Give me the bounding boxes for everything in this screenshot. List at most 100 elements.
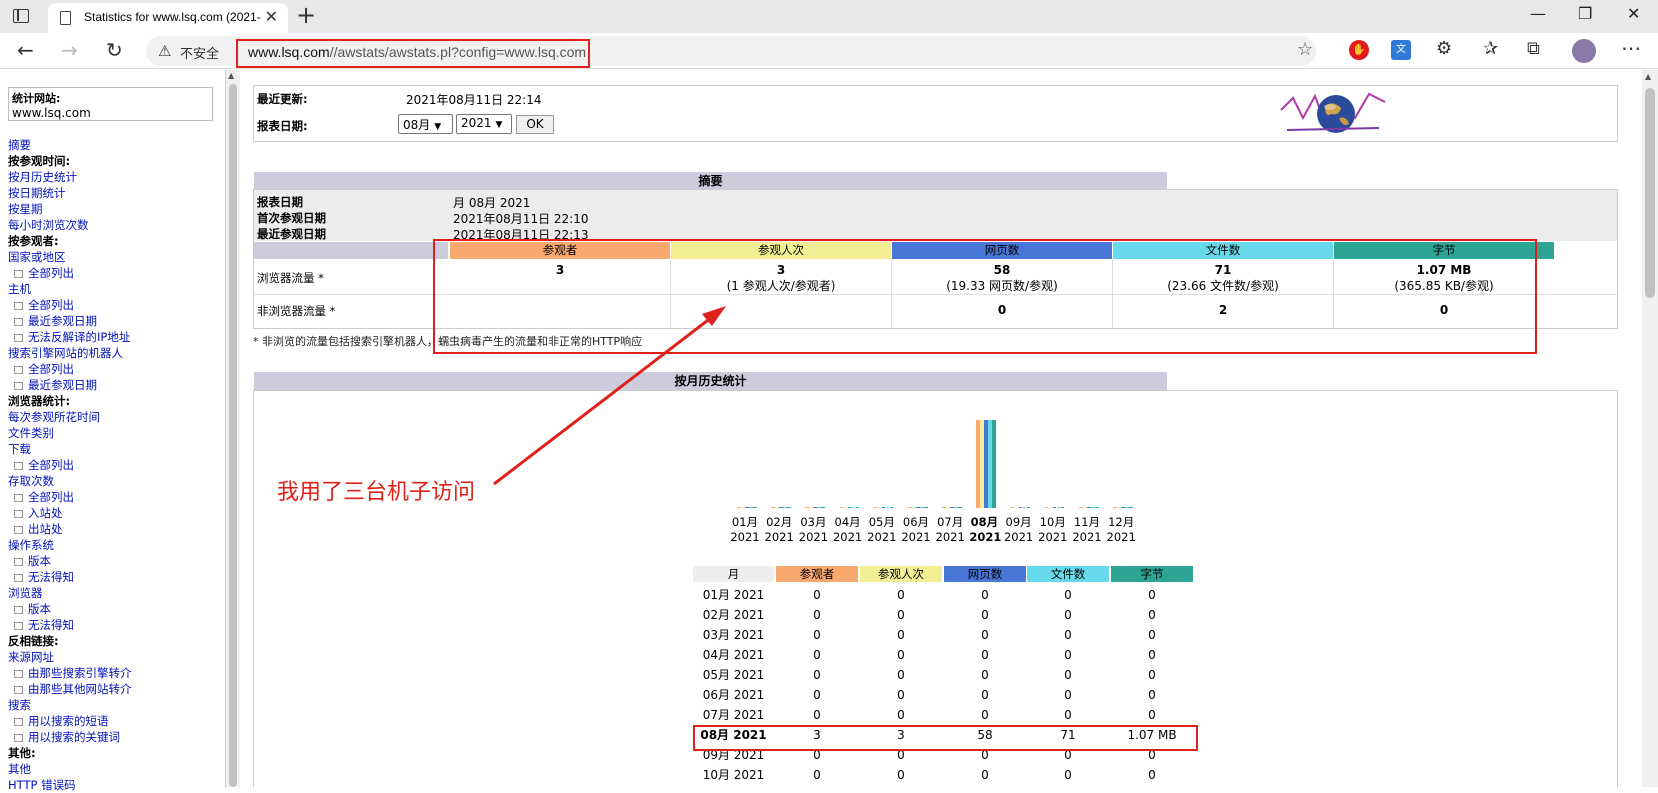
sidebar-item[interactable]: 存取次数: [8, 473, 223, 489]
list-item-icon: [14, 717, 23, 726]
sidebar-section-heading: 浏览器统计:: [8, 393, 223, 409]
translate-extension-icon[interactable]: 文: [1391, 40, 1411, 60]
tab-actions-icon[interactable]: [13, 9, 29, 23]
last-update-label: 最近更新:: [257, 92, 308, 106]
extensions-icon[interactable]: ⚙: [1436, 38, 1452, 59]
sidebar-item[interactable]: HTTP 错误码: [8, 777, 223, 793]
year-select[interactable]: 2021 ▼: [456, 114, 512, 134]
sidebar-item[interactable]: 每小时浏览次数: [8, 217, 223, 233]
month-tick-label: 02月 2021: [764, 515, 794, 545]
sidebar-item[interactable]: 下载: [8, 441, 223, 457]
sidebar-item[interactable]: 用以搜索的关键词: [8, 729, 223, 745]
reload-icon[interactable]: ↻: [106, 38, 123, 62]
sidebar-item-label: 由那些其他网站转介: [28, 682, 132, 696]
history-cell: 0: [897, 608, 905, 622]
sidebar-item[interactable]: 无法得知: [8, 617, 223, 633]
sidebar-item[interactable]: 无法反解译的IP地址: [8, 329, 223, 345]
sidebar-item[interactable]: 版本: [8, 553, 223, 569]
chart-bar: [817, 507, 821, 508]
chart-bar: [881, 507, 886, 508]
tab-strip: Statistics for www.lsq.com (2021- ✕ + — …: [0, 0, 1658, 33]
sidebar-item[interactable]: 全部列出: [8, 265, 223, 281]
sidebar-item[interactable]: 版本: [8, 601, 223, 617]
minimize-icon[interactable]: —: [1530, 4, 1546, 23]
chart-bar: [745, 507, 749, 508]
tick-month: 02月: [766, 515, 793, 529]
history-cell: 0: [897, 768, 905, 782]
sidebar-item[interactable]: 按星期: [8, 201, 223, 217]
chart-bar: [1014, 507, 1019, 508]
sidebar-item[interactable]: 全部列出: [8, 457, 223, 473]
new-tab-icon[interactable]: +: [296, 1, 316, 29]
warning-icon[interactable]: ⚠: [158, 42, 171, 60]
list-item-icon: [14, 461, 23, 470]
history-cell: 0: [981, 588, 989, 602]
sidebar-item[interactable]: 国家或地区: [8, 249, 223, 265]
history-column-header: 月: [693, 566, 774, 582]
sidebar-item[interactable]: 来源网址: [8, 649, 223, 665]
history-cell: 0: [813, 608, 821, 622]
close-tab-icon[interactable]: ✕: [265, 7, 278, 26]
restore-icon[interactable]: ❐: [1578, 4, 1592, 23]
chevron-down-icon: ▼: [434, 122, 442, 132]
sidebar-item[interactable]: 浏览器: [8, 585, 223, 601]
url-text[interactable]: www.lsq.com//awstats/awstats.pl?config=w…: [248, 44, 586, 60]
sidebar-item[interactable]: 入站处: [8, 505, 223, 521]
scroll-up-arrow-icon[interactable]: ▲: [1645, 72, 1651, 81]
chart-bar: [889, 507, 894, 508]
history-cell: 0: [813, 688, 821, 702]
back-icon[interactable]: ←: [17, 38, 34, 62]
list-item-icon: [14, 605, 23, 614]
month-select[interactable]: 08月 ▼: [398, 114, 453, 134]
sidebar-item[interactable]: 无法得知: [8, 569, 223, 585]
history-cell: 0: [1148, 608, 1156, 622]
tick-year: 2021: [1003, 530, 1034, 544]
scroll-up-arrow-icon[interactable]: ▲: [228, 71, 234, 80]
sidebar-item[interactable]: 最近参观日期: [8, 313, 223, 329]
sidebar-item[interactable]: 摘要: [8, 137, 223, 153]
site-value: www.lsq.com: [12, 106, 91, 120]
security-label[interactable]: 不安全: [180, 43, 219, 62]
history-cell: 0: [813, 668, 821, 682]
more-menu-icon[interactable]: ⋯: [1621, 36, 1641, 60]
sidebar-item[interactable]: 由那些其他网站转介: [8, 681, 223, 697]
sidebar-item[interactable]: 搜索: [8, 697, 223, 713]
sidebar-item[interactable]: 由那些搜索引擎转介: [8, 665, 223, 681]
sidebar-item[interactable]: 最近参观日期: [8, 377, 223, 393]
tick-month: 05月: [868, 515, 895, 529]
sidebar-item[interactable]: 搜索引擎网站的机器人: [8, 345, 223, 361]
favorites-icon[interactable]: ✰: [1483, 38, 1498, 59]
browser-tab[interactable]: Statistics for www.lsq.com (2021- ✕: [48, 3, 288, 33]
sidebar-item[interactable]: 用以搜索的短语: [8, 713, 223, 729]
scrollbar-thumb[interactable]: [1645, 88, 1655, 298]
ok-button[interactable]: OK: [516, 115, 554, 134]
annotation-arrow: [493, 306, 726, 486]
sidebar-item[interactable]: 全部列出: [8, 297, 223, 313]
scrollbar-thumb[interactable]: [229, 84, 237, 787]
sidebar-item[interactable]: 每次参观所花时间: [8, 409, 223, 425]
sidebar-item[interactable]: 其他: [8, 761, 223, 777]
collections-icon[interactable]: ⧉: [1527, 38, 1540, 59]
history-cell: 0: [1148, 768, 1156, 782]
year-select-value: 2021: [461, 116, 492, 130]
close-window-icon[interactable]: ✕: [1627, 4, 1640, 23]
sidebar-item[interactable]: 按月历史统计: [8, 169, 223, 185]
sidebar-item[interactable]: 文件类别: [8, 425, 223, 441]
history-column-header: 参观人次: [860, 566, 942, 582]
chart-bar: [843, 507, 848, 508]
sidebar-item[interactable]: 操作系统: [8, 537, 223, 553]
sidebar-item[interactable]: 全部列出: [8, 489, 223, 505]
sidebar-item[interactable]: 出站处: [8, 521, 223, 537]
sidebar-item[interactable]: 按日期统计: [8, 185, 223, 201]
awstats-logo: [1280, 92, 1386, 133]
left-scrollbar[interactable]: ▲: [226, 70, 240, 787]
tick-year: 2021: [798, 530, 829, 544]
profile-avatar[interactable]: [1572, 39, 1596, 63]
adblock-extension-icon[interactable]: ✋: [1349, 40, 1369, 60]
last-update-value: 2021年08月11日 22:14: [406, 93, 542, 107]
sidebar-item[interactable]: 全部列出: [8, 361, 223, 377]
main-scrollbar[interactable]: ▲: [1642, 70, 1658, 787]
sidebar-item[interactable]: 主机: [8, 281, 223, 297]
forward-icon[interactable]: →: [61, 38, 78, 62]
add-favorite-icon[interactable]: ☆: [1297, 39, 1313, 60]
